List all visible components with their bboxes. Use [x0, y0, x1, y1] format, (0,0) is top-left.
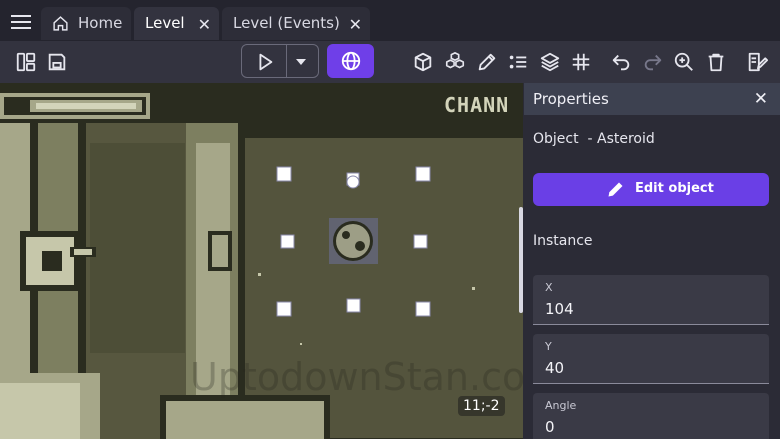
close-icon[interactable]: ✕ — [198, 15, 211, 34]
tab-level-events-label: Level (Events) — [233, 14, 340, 32]
home-icon — [53, 16, 68, 31]
cube-icon[interactable] — [412, 51, 434, 73]
publish-button[interactable] — [327, 44, 374, 78]
x-field[interactable]: X 104 — [533, 275, 769, 325]
chevron-down-icon[interactable] — [294, 56, 308, 68]
list-icon[interactable] — [507, 51, 529, 73]
field-label: Y — [545, 340, 552, 353]
field-label: X — [545, 281, 553, 294]
watermark: UptodownStan.com — [190, 355, 523, 399]
edit-object-button[interactable]: Edit object — [533, 173, 769, 206]
objects-group-icon[interactable] — [443, 51, 467, 73]
tab-level[interactable]: Level ✕ — [134, 7, 219, 40]
undo-icon[interactable] — [610, 51, 632, 73]
properties-panel: Properties ✕ Object - Asteroid Edit obje… — [524, 83, 780, 439]
toolbar — [0, 41, 780, 83]
grid-icon[interactable] — [570, 51, 592, 73]
pencil-icon — [608, 182, 623, 197]
tab-home[interactable]: Home — [41, 7, 131, 40]
panels-icon[interactable] — [15, 51, 37, 73]
field-value[interactable]: 40 — [545, 359, 564, 377]
divider — [286, 45, 287, 77]
close-icon[interactable]: ✕ — [349, 15, 362, 34]
angle-field[interactable]: Angle 0 — [533, 393, 769, 439]
edit-notes-icon[interactable] — [745, 51, 769, 73]
tab-bar: Home Level ✕ Level (Events) ✕ — [0, 0, 780, 41]
preview-button-group — [241, 44, 319, 78]
play-icon[interactable] — [254, 51, 276, 73]
hamburger-menu-icon[interactable] — [8, 8, 34, 34]
field-label: Angle — [545, 399, 577, 412]
close-icon[interactable]: ✕ — [754, 89, 768, 109]
object-name: Object - Asteroid — [533, 131, 655, 147]
field-value[interactable]: 0 — [545, 418, 555, 436]
layers-icon[interactable] — [539, 51, 561, 73]
tab-home-label: Home — [78, 14, 123, 32]
redo-icon[interactable] — [642, 51, 664, 73]
scene-canvas[interactable]: CHANN UptodownStan.com 11;-2 — [0, 83, 523, 439]
instance-section-title: Instance — [533, 233, 593, 249]
cursor-coordinates: 11;-2 — [458, 396, 505, 416]
y-field[interactable]: Y 40 — [533, 334, 769, 384]
scene-scrollbar[interactable] — [519, 207, 523, 313]
properties-header: Properties ✕ — [524, 83, 780, 115]
panel-title: Properties — [533, 90, 609, 108]
globe-icon — [341, 51, 361, 71]
field-value[interactable]: 104 — [545, 300, 574, 318]
tab-level-events[interactable]: Level (Events) ✕ — [222, 7, 370, 40]
edit-object-label: Edit object — [635, 181, 714, 196]
save-icon[interactable] — [46, 51, 68, 73]
zoom-in-icon[interactable] — [673, 51, 695, 73]
trash-icon[interactable] — [705, 51, 727, 73]
pencil-icon[interactable] — [476, 51, 498, 73]
tab-level-label: Level — [145, 14, 185, 32]
hud-label: CHANN — [444, 93, 510, 117]
